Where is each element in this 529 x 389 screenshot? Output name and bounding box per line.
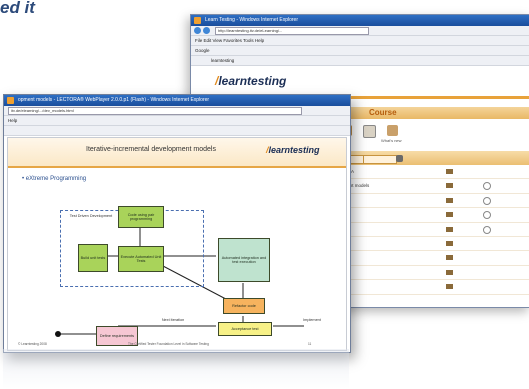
box-build-unit-tests: Build unit tests [78,244,108,272]
url-field[interactable]: itv.de/elearning/.../dev_models.html [8,107,302,115]
learntesting-logo[interactable]: /learntesting [215,74,286,88]
news-icon[interactable] [387,125,398,136]
webplayer-title-bar[interactable]: opment models - LECTORA® WebPlayer 2.0.0… [4,95,350,106]
box-automated-integration: Automated integration and test execution [218,238,270,282]
menu-bar[interactable]: Help [4,116,350,126]
audio-icon[interactable] [446,169,453,174]
ie-title-bar[interactable]: Learn Testing - Windows Internet Explore… [191,15,529,26]
page-number: 11 [308,342,312,346]
tab-bar: learntesting [191,56,529,66]
document-icon[interactable] [363,125,376,138]
magnifier-icon[interactable] [483,225,491,234]
print-icon[interactable] [396,155,403,162]
audio-icon[interactable] [446,197,453,203]
audio-icon[interactable] [446,183,453,189]
audio-icon[interactable] [446,255,453,261]
audio-icon[interactable] [446,226,453,232]
menu-bar[interactable]: File Edit View Favorites Tools Help [191,36,529,46]
window-title: Learn Testing - Windows Internet Explore… [205,17,299,23]
box-acceptance-test: Acceptance test [218,322,272,336]
audio-icon[interactable] [446,212,453,218]
address-bar: http://learntesting.itv.de/eLearning/... [191,26,529,36]
tab-learntesting[interactable]: learntesting [211,58,234,63]
tdd-label: Test Driven Development [69,214,113,218]
google-search-label[interactable]: Google [195,48,210,53]
implement-label: Implement [303,318,321,322]
address-bar: itv.de/elearning/.../dev_models.html [4,106,350,116]
url-field[interactable]: http://learntesting.itv.de/eLearning/... [215,27,369,35]
audio-icon[interactable] [446,269,453,275]
box-execute-unit-tests: Execute Automated Unit Tests [118,246,164,272]
webplayer-window[interactable]: opment models - LECTORA® WebPlayer 2.0.0… [3,94,351,353]
magnifier-icon[interactable] [483,196,491,205]
search-toolbar [4,126,350,136]
lesson-slide: Iterative-incremental development models… [7,137,347,351]
window-reflection [3,349,349,389]
ie-app-icon [194,17,201,24]
ie-app-icon [7,97,14,104]
footer-copyright: © Learntesting 2008 [18,342,47,346]
box-refactor-code: Refactor code [223,298,265,314]
audio-icon[interactable] [446,240,453,246]
forward-arrow-icon[interactable] [203,27,210,34]
magnifier-icon[interactable] [483,211,491,220]
search-toolbar: Google [191,46,529,56]
back-arrow-icon[interactable] [194,27,201,34]
footer-course: The Certified Tester Foundation Level in… [128,342,209,346]
tab-button-2[interactable] [363,155,397,164]
whats-new-caption: What's new [381,138,402,143]
box-pair-programming: Code using pair programming [118,206,164,228]
audio-icon[interactable] [446,284,453,290]
next-iteration-label: Next iteration [161,318,185,322]
headline-text: ed it [0,0,35,17]
magnifier-icon[interactable] [483,182,491,191]
window-title: opment models - LECTORA® WebPlayer 2.0.0… [18,97,210,103]
